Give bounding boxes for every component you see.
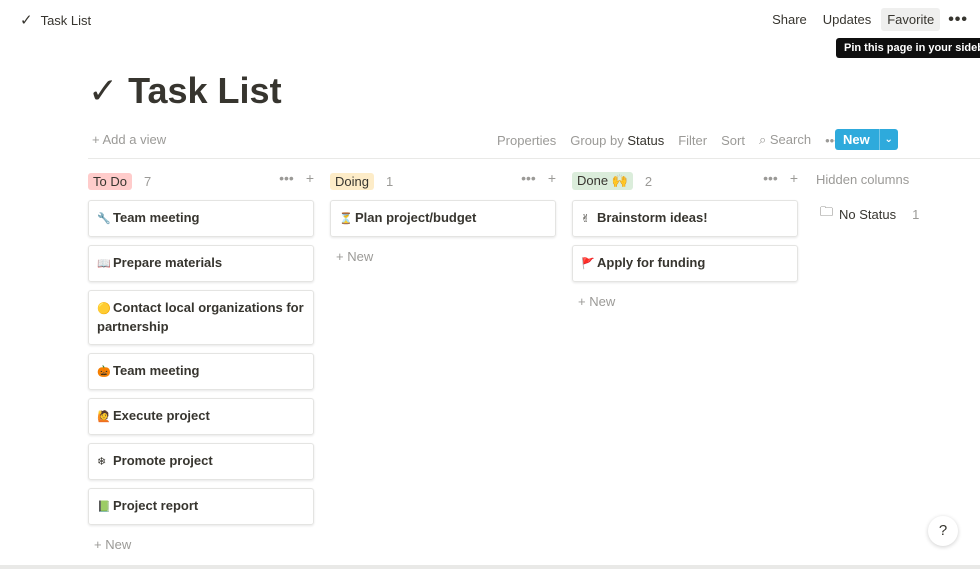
green-book-icon: 📗 <box>97 501 111 513</box>
card-label: Team meeting <box>113 363 200 378</box>
wrench-icon: 🔧 <box>97 213 111 225</box>
group-by-button[interactable]: Group by Status <box>570 133 664 148</box>
favorite-tooltip: Pin this page in your sidebar <box>836 38 980 58</box>
checkmark-icon: ✓ <box>20 12 33 29</box>
add-view-button[interactable]: + Add a view <box>92 132 166 147</box>
add-card-icon[interactable]: + <box>306 170 314 186</box>
breadcrumb-label: Task List <box>40 12 92 28</box>
add-card-icon[interactable]: + <box>548 170 556 186</box>
column-count: 2 <box>644 173 653 189</box>
view-toolbar: + Add a view Properties Group by Status … <box>88 126 980 159</box>
updates-button[interactable]: Updates <box>817 8 877 31</box>
top-actions: Share Updates Favorite ••• <box>766 8 972 31</box>
add-card-icon[interactable]: + <box>790 170 798 186</box>
card-label: Plan project/budget <box>355 210 477 225</box>
hourglass-icon: ⏳ <box>339 213 353 225</box>
share-button[interactable]: Share <box>766 8 813 31</box>
properties-button[interactable]: Properties <box>497 133 556 148</box>
task-card[interactable]: 🙋 Execute project <box>88 398 314 435</box>
column-tools: ••• + <box>521 170 556 186</box>
task-card[interactable]: 🎃 Team meeting <box>88 353 314 390</box>
chevron-down-icon[interactable]: ⌄ <box>878 129 898 150</box>
help-button[interactable]: ? <box>928 516 958 546</box>
task-card[interactable]: 🚩 Apply for funding <box>572 245 798 282</box>
column-more-icon[interactable]: ••• <box>763 170 778 186</box>
new-button-label: New <box>843 132 870 147</box>
victory-hand-icon: ✌ <box>581 213 591 225</box>
column-more-icon[interactable]: ••• <box>521 170 536 186</box>
page-title: ✓ Task List <box>88 70 282 112</box>
card-label: Project report <box>113 498 199 513</box>
favorite-button[interactable]: Favorite <box>881 8 941 31</box>
group-by-value: Status <box>627 132 665 148</box>
task-card[interactable]: 🔧 Team meeting <box>88 200 314 237</box>
no-status-count: 1 <box>912 206 920 222</box>
inbox-icon: 🗀 <box>820 204 834 219</box>
card-label: Apply for funding <box>597 255 706 270</box>
view-tools: Properties Group by Status Filter Sort ⌕… <box>497 132 839 148</box>
new-card-button[interactable]: + New <box>330 249 560 264</box>
card-label: Prepare materials <box>113 255 223 270</box>
task-card[interactable]: ✌ Brainstorm ideas! <box>572 200 798 237</box>
new-button[interactable]: New ⌄ <box>835 129 898 150</box>
task-card[interactable]: ⏳ Plan project/budget <box>330 200 556 237</box>
card-label: Brainstorm ideas! <box>597 210 708 225</box>
card-label: Team meeting <box>113 210 200 225</box>
card-label: Execute project <box>113 408 210 423</box>
board-column-todo: To Do 7 ••• + 🔧 Team meeting 📖 Prepare mat… <box>88 170 318 552</box>
column-count: 1 <box>385 173 394 189</box>
task-card[interactable]: ❄ Promote project <box>88 443 314 480</box>
pumpkin-icon: 🎃 <box>97 366 111 378</box>
snowflake-icon: ❄ <box>97 456 107 468</box>
hidden-columns-label: Hidden columns <box>816 172 910 187</box>
search-label: Search <box>769 132 812 147</box>
task-card[interactable]: 🟡 Contact local organizations for partner… <box>88 290 314 345</box>
status-tag[interactable]: To Do <box>88 172 132 190</box>
board-column-done: Done 🙌 2 ••• + ✌ Brainstorm ideas! 🚩 Apply… <box>572 170 802 309</box>
sort-button[interactable]: Sort <box>721 133 745 148</box>
column-tools: ••• + <box>279 170 314 186</box>
task-card[interactable]: 📗 Project report <box>88 488 314 525</box>
column-header: Done 🙌 2 ••• + <box>572 170 802 192</box>
card-label: Promote project <box>113 453 213 468</box>
status-tag[interactable]: Done 🙌 <box>572 172 633 190</box>
checkmark-icon: ✓ <box>88 70 119 111</box>
yellow-circle-icon: 🟡 <box>97 303 111 315</box>
no-status-group[interactable]: 🗀 No Status 1 <box>820 203 919 225</box>
breadcrumb[interactable]: ✓ Task List <box>20 11 91 29</box>
raising-hand-icon: 🙋 <box>97 411 111 423</box>
column-header: Doing 1 ••• + <box>330 170 560 192</box>
more-options-icon[interactable]: ••• <box>944 11 972 29</box>
topbar: ✓ Task List Share Updates Favorite ••• <box>0 0 980 40</box>
card-label: Contact local organizations for partners… <box>97 300 304 334</box>
column-more-icon[interactable]: ••• <box>279 170 294 186</box>
search-icon: ⌕ <box>758 132 767 147</box>
group-by-label: Group by <box>570 132 624 148</box>
column-tools: ••• + <box>763 170 798 186</box>
book-icon: 📖 <box>97 258 111 270</box>
column-count: 7 <box>143 173 152 189</box>
status-tag[interactable]: Doing <box>330 172 374 190</box>
column-header: To Do 7 ••• + <box>88 170 318 192</box>
new-card-button[interactable]: + New <box>88 537 318 552</box>
board-column-doing: Doing 1 ••• + ⏳ Plan project/budget + New <box>330 170 560 264</box>
page-title-text: Task List <box>128 70 282 111</box>
task-card[interactable]: 📖 Prepare materials <box>88 245 314 282</box>
no-status-label: No Status <box>839 206 897 222</box>
filter-button[interactable]: Filter <box>678 133 707 148</box>
flag-icon: 🚩 <box>581 258 595 270</box>
search-button[interactable]: ⌕ Search <box>759 132 811 148</box>
new-card-button[interactable]: + New <box>572 294 802 309</box>
bottom-scrollbar[interactable] <box>0 565 980 569</box>
